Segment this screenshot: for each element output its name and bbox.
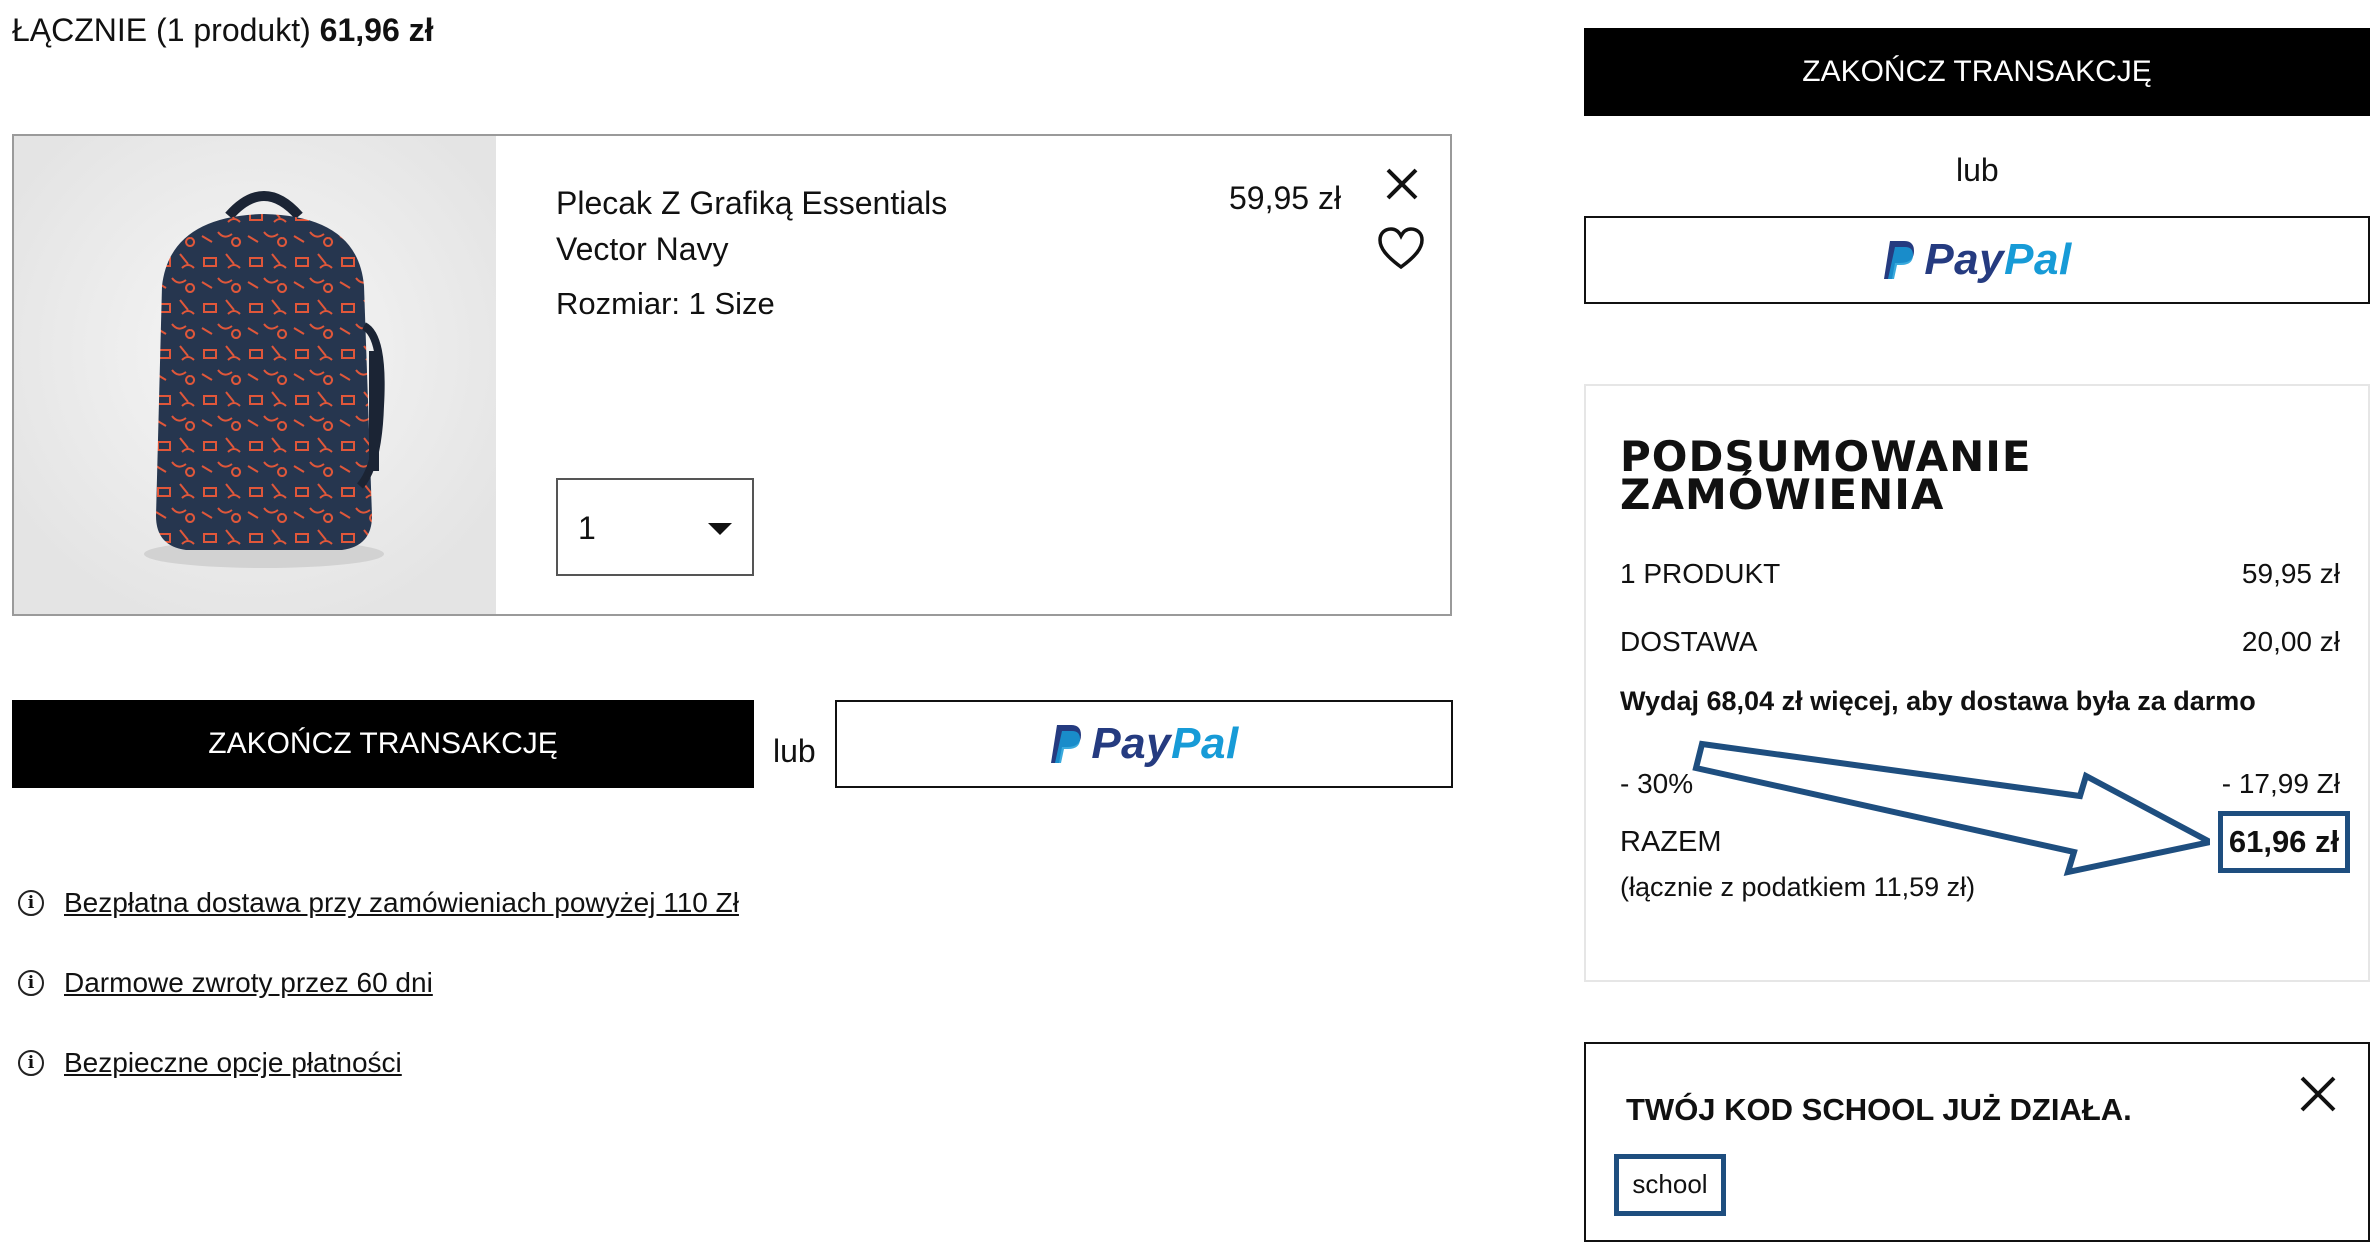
summary-row-delivery: DOSTAWA 20,00 zł — [1620, 626, 2340, 658]
annotation-arrow-icon — [1692, 740, 2210, 876]
summary-product-value: 59,95 zł — [2241, 558, 2340, 589]
remove-promo-code-button[interactable] — [2298, 1074, 2338, 1114]
checkout-button[interactable]: ZAKOŃCZ TRANSAKCJĘ — [12, 700, 754, 788]
product-price: 59,95 zł — [1229, 180, 1342, 216]
paypal-icon — [1051, 725, 1082, 763]
paypal-icon — [1884, 241, 1915, 279]
info-icon: i — [18, 970, 44, 996]
heart-icon — [1378, 227, 1424, 270]
summary-product-label: 1 PRODUKT — [1620, 558, 1781, 589]
close-icon — [2300, 1076, 2336, 1112]
info-link-free-returns[interactable]: i Darmowe zwroty przez 60 dni — [18, 967, 433, 999]
cart-total-line: ŁĄCZNIE (1 produkt) 61,96 zł — [12, 12, 434, 49]
summary-row-product: 1 PRODUKT 59,95 zł — [1620, 558, 2340, 590]
info-link-label[interactable]: Bezpłatna dostawa przy zamówieniach powy… — [64, 887, 739, 919]
summary-discount-value: - 17,99 Zł — [2221, 768, 2340, 799]
quantity-value: 1 — [578, 510, 596, 546]
chevron-down-icon — [708, 523, 732, 535]
summary-delivery-value: 20,00 zł — [2241, 626, 2340, 657]
close-icon — [1386, 168, 1418, 200]
order-summary: PODSUMOWANIE ZAMÓWIENIA 1 PRODUKT 59,95 … — [1584, 384, 2370, 982]
product-image[interactable] — [14, 136, 496, 614]
promo-code-value: school — [1614, 1154, 1726, 1216]
info-link-label[interactable]: Bezpieczne opcje płatności — [64, 1047, 402, 1079]
add-to-wishlist-button[interactable] — [1376, 226, 1426, 272]
quantity-select[interactable]: 1 — [556, 478, 754, 576]
remove-item-button[interactable] — [1380, 162, 1424, 206]
product-name[interactable]: Plecak Z Grafiką Essentials Vector Navy — [556, 180, 1016, 272]
checkout-button-top[interactable]: ZAKOŃCZ TRANSAKCJĘ — [1584, 28, 2370, 116]
info-link-secure-payment[interactable]: i Bezpieczne opcje płatności — [18, 1047, 402, 1079]
backpack-illustration — [14, 136, 496, 614]
promo-code-message: TWÓJ KOD SCHOOL JUŻ DZIAŁA. — [1626, 1092, 2132, 1127]
info-link-label[interactable]: Darmowe zwroty przez 60 dni — [64, 967, 433, 999]
cart-total-label: ŁĄCZNIE (1 produkt) — [12, 12, 311, 48]
summary-delivery-label: DOSTAWA — [1620, 626, 1758, 657]
free-shipping-message: Wydaj 68,04 zł więcej, aby dostawa była … — [1620, 686, 2256, 716]
info-icon: i — [18, 1050, 44, 1076]
promo-code-panel: TWÓJ KOD SCHOOL JUŻ DZIAŁA. school — [1584, 1042, 2370, 1242]
paypal-button-top[interactable]: PayPal — [1584, 216, 2370, 304]
summary-discount-label: - 30% — [1620, 768, 1694, 799]
summary-total-value: 61,96 zł — [2218, 811, 2350, 873]
paypal-logo-text: PayPal — [1924, 235, 2072, 284]
info-link-free-delivery[interactable]: i Bezpłatna dostawa przy zamówieniach po… — [18, 887, 739, 919]
cart-item-card: Plecak Z Grafiką Essentials Vector Navy … — [12, 134, 1452, 616]
or-label: lub — [773, 733, 816, 769]
order-summary-title: PODSUMOWANIE ZAMÓWIENIA — [1620, 432, 2032, 519]
paypal-logo-text: PayPal — [1091, 719, 1239, 768]
info-icon: i — [18, 890, 44, 916]
paypal-button[interactable]: PayPal — [835, 700, 1453, 788]
product-size: Rozmiar: 1 Size — [556, 286, 775, 321]
cart-total-price: 61,96 zł — [319, 12, 434, 48]
or-label-right: lub — [1956, 152, 1999, 188]
